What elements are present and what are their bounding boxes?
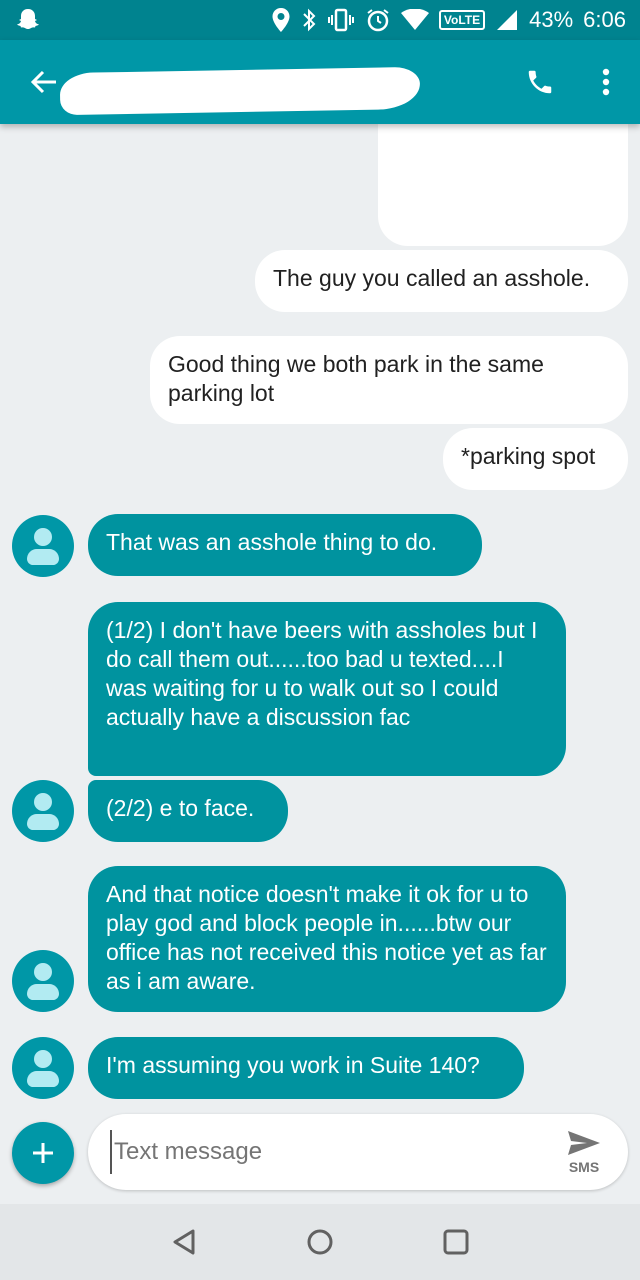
add-attachment-button[interactable]	[12, 1122, 74, 1184]
contact-avatar[interactable]	[12, 1037, 74, 1099]
volte-badge: VoLTE	[438, 10, 486, 30]
message-input[interactable]	[110, 1130, 530, 1174]
message-input-container[interactable]: SMS	[88, 1114, 628, 1190]
snapchat-ghost-icon	[14, 6, 42, 34]
app-bar	[0, 40, 640, 124]
message-bubble-incoming[interactable]: (2/2) e to face.	[88, 780, 288, 842]
contact-avatar[interactable]	[12, 950, 74, 1012]
person-icon	[34, 1050, 52, 1068]
message-text: (1/2) I don't have beers with assholes b…	[106, 617, 538, 730]
send-icon	[568, 1131, 600, 1155]
message-bubble-outgoing[interactable]: Good thing we both park in the same park…	[150, 336, 628, 424]
bluetooth-icon	[301, 7, 317, 33]
nav-recents-button[interactable]	[436, 1222, 476, 1262]
send-button[interactable]: SMS	[554, 1122, 614, 1182]
message-text: *parking spot	[461, 443, 596, 469]
compose-bar: SMS	[0, 1106, 640, 1204]
person-icon	[34, 528, 52, 546]
more-vert-icon	[602, 68, 610, 96]
signal-icon	[495, 8, 519, 32]
message-bubble-incoming[interactable]: I'm assuming you work in Suite 140?	[88, 1037, 524, 1099]
message-text: (2/2) e to face.	[106, 795, 255, 821]
contact-avatar[interactable]	[12, 780, 74, 842]
conversation-thread[interactable]: The guy you called an asshole. Good thin…	[0, 104, 640, 1204]
nav-recents-icon	[443, 1229, 469, 1255]
wifi-icon	[400, 9, 429, 31]
back-arrow-icon	[30, 70, 56, 94]
message-text: I'm assuming you work in Suite 140?	[106, 1052, 480, 1078]
contact-name-redacted	[59, 66, 421, 116]
more-options-button[interactable]	[584, 60, 628, 104]
message-bubble-incoming[interactable]: And that notice doesn't make it ok for u…	[88, 866, 566, 1012]
message-bubble-outgoing[interactable]	[378, 104, 628, 246]
status-time: 6:06	[583, 7, 626, 32]
person-icon	[34, 793, 52, 811]
person-icon	[34, 963, 52, 981]
nav-home-button[interactable]	[300, 1222, 340, 1262]
message-text: Good thing we both park in the same park…	[168, 351, 544, 406]
message-bubble-incoming[interactable]: (1/2) I don't have beers with assholes b…	[88, 602, 566, 776]
vibrate-icon	[327, 8, 355, 32]
navigation-bar	[0, 1204, 640, 1280]
nav-back-icon	[173, 1229, 195, 1255]
message-bubble-outgoing[interactable]: *parking spot	[443, 428, 628, 490]
plus-icon	[33, 1143, 53, 1163]
send-mode-label: SMS	[568, 1159, 600, 1175]
phone-icon	[528, 70, 552, 94]
contact-avatar[interactable]	[12, 515, 74, 577]
message-text: And that notice doesn't make it ok for u…	[106, 881, 547, 994]
battery-level: 43%	[529, 7, 574, 32]
message-bubble-outgoing[interactable]: The guy you called an asshole.	[255, 250, 628, 312]
call-button[interactable]	[518, 60, 562, 104]
status-bar: VoLTE 43% 6:06	[0, 0, 640, 40]
nav-home-icon	[307, 1229, 333, 1255]
location-icon	[271, 7, 291, 33]
nav-back-button[interactable]	[164, 1222, 204, 1262]
message-bubble-incoming[interactable]: That was an asshole thing to do.	[88, 514, 482, 576]
alarm-icon	[365, 7, 391, 33]
message-text: That was an asshole thing to do.	[106, 529, 438, 555]
message-text: The guy you called an asshole.	[273, 265, 591, 291]
